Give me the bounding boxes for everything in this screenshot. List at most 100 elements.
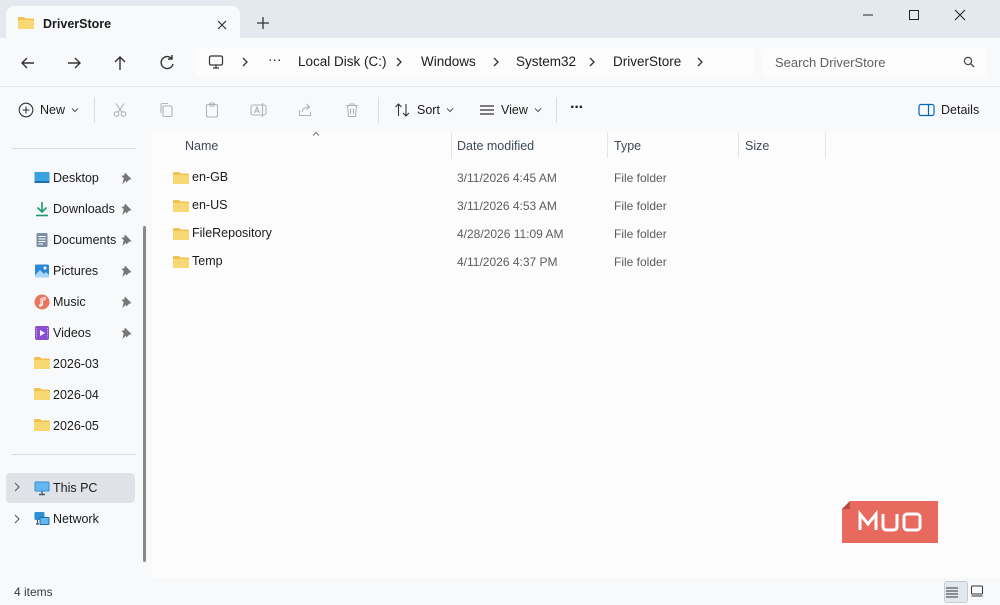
sidebar-item-desktop[interactable]: Desktop (0, 164, 140, 192)
more-options-button[interactable]: ··· (570, 97, 584, 119)
breadcrumb-local-disk[interactable]: Local Disk (C:) (298, 54, 387, 69)
sidebar-item-2026-03[interactable]: 2026-03 (0, 350, 140, 378)
pin-icon[interactable] (121, 234, 132, 246)
toolbar-divider (556, 97, 557, 123)
share-button[interactable] (297, 99, 313, 121)
sidebar-item-this-pc[interactable]: This PC (6, 473, 135, 503)
command-bar: New Sort View ··· Details (0, 86, 1000, 132)
minimize-button[interactable] (862, 4, 908, 26)
column-header-name[interactable]: Name (152, 131, 452, 158)
column-header-size[interactable]: Size (739, 132, 825, 158)
paste-button[interactable] (204, 99, 220, 121)
chevron-right-icon[interactable] (14, 482, 20, 492)
close-tab-icon[interactable] (212, 15, 232, 35)
chevron-right-icon[interactable] (696, 56, 704, 68)
file-name[interactable]: en-US (192, 198, 227, 212)
close-window-button[interactable] (954, 4, 1000, 26)
folder-icon (173, 171, 189, 185)
videos-icon (34, 325, 50, 341)
sidebar-scrollbar[interactable] (143, 226, 146, 562)
pin-icon[interactable] (121, 327, 132, 339)
sidebar-item-2026-04[interactable]: 2026-04 (0, 381, 140, 409)
table-row[interactable]: en-US 3/11/2026 4:53 AM File folder (152, 191, 1000, 219)
sidebar-item-downloads[interactable]: Downloads (0, 195, 140, 223)
table-row[interactable]: en-GB 3/11/2026 4:45 AM File folder (152, 163, 1000, 191)
file-name[interactable]: Temp (192, 254, 223, 268)
download-icon (34, 201, 50, 217)
column-header-type[interactable]: Type (608, 132, 738, 158)
chevron-right-icon[interactable] (395, 56, 403, 68)
maximize-button[interactable] (908, 4, 954, 26)
breadcrumb-system32[interactable]: System32 (516, 54, 576, 69)
sidebar-item-pictures[interactable]: Pictures (0, 257, 140, 285)
view-button[interactable]: View (479, 99, 542, 121)
chevron-right-icon[interactable] (588, 56, 596, 68)
file-type: File folder (614, 255, 667, 269)
file-date: 3/11/2026 4:53 AM (457, 199, 557, 213)
cut-button[interactable] (112, 99, 128, 121)
pin-icon[interactable] (121, 172, 132, 184)
folder-icon (173, 227, 189, 241)
copy-button[interactable] (158, 99, 174, 121)
forward-arrow-icon[interactable] (63, 52, 85, 74)
new-tab-button[interactable] (253, 13, 273, 33)
sidebar-item-label: Downloads (53, 202, 115, 216)
column-header-label: Size (745, 139, 770, 153)
address-bar[interactable]: ··· Local Disk (C:) Windows System32 Dri… (196, 47, 754, 77)
details-pane-icon (918, 103, 935, 117)
search-icon[interactable] (963, 56, 975, 68)
pin-icon[interactable] (121, 203, 132, 215)
folder-icon (34, 356, 50, 370)
table-row[interactable]: FileRepository 4/28/2026 11:09 AM File f… (152, 219, 1000, 247)
sort-icon (394, 102, 411, 118)
large-icons-view-toggle[interactable] (970, 581, 994, 603)
toolbar-divider (94, 97, 95, 123)
item-count: 4 items (14, 585, 53, 599)
sidebar-item-label: Documents (53, 233, 117, 247)
new-button-label: New (40, 103, 66, 117)
desktop-icon (34, 170, 50, 186)
file-date: 4/28/2026 11:09 AM (457, 227, 564, 241)
back-arrow-icon[interactable] (17, 52, 39, 74)
breadcrumb-windows[interactable]: Windows (421, 54, 476, 69)
sidebar-item-documents[interactable]: Documents (0, 226, 140, 254)
share-icon (297, 102, 313, 118)
details-view-toggle[interactable] (944, 581, 968, 603)
new-button[interactable]: New (18, 99, 79, 121)
pin-icon[interactable] (121, 296, 132, 308)
file-name[interactable]: FileRepository (192, 226, 272, 240)
sidebar-item-network[interactable]: Network (0, 505, 140, 533)
details-pane-label: Details (941, 103, 980, 117)
sort-button[interactable]: Sort (394, 99, 454, 121)
column-divider[interactable] (825, 132, 826, 158)
navigation-pane: Desktop Downloads Documents Pictures Mus… (0, 132, 152, 578)
details-pane-button[interactable]: Details (918, 99, 979, 121)
sidebar-item-music[interactable]: Music (0, 288, 140, 316)
search-box[interactable] (763, 47, 987, 77)
chevron-right-icon[interactable] (241, 56, 249, 68)
sidebar-item-videos[interactable]: Videos (0, 319, 140, 347)
rename-icon (250, 102, 268, 118)
column-header-date[interactable]: Date modified (452, 132, 607, 158)
file-type: File folder (614, 171, 667, 185)
computer-icon[interactable] (208, 54, 224, 70)
refresh-icon[interactable] (156, 52, 178, 74)
up-arrow-icon[interactable] (109, 52, 131, 74)
breadcrumb-driverstore[interactable]: DriverStore (613, 54, 681, 69)
rename-button[interactable] (250, 99, 268, 121)
folder-icon (34, 387, 50, 401)
sidebar-item-2026-05[interactable]: 2026-05 (0, 412, 140, 440)
breadcrumb-overflow[interactable]: ··· (268, 52, 282, 67)
pin-icon[interactable] (121, 265, 132, 277)
search-input[interactable] (775, 52, 955, 72)
table-row[interactable]: Temp 4/11/2026 4:37 PM File folder (152, 247, 1000, 275)
file-type: File folder (614, 227, 667, 241)
chevron-right-icon[interactable] (14, 514, 20, 524)
sidebar-divider (12, 454, 136, 455)
file-name[interactable]: en-GB (192, 170, 228, 184)
chevron-right-icon[interactable] (492, 56, 500, 68)
delete-button[interactable] (344, 99, 360, 121)
toolbar-divider (378, 97, 379, 123)
sort-button-label: Sort (417, 103, 440, 117)
sort-ascending-icon (312, 131, 320, 137)
